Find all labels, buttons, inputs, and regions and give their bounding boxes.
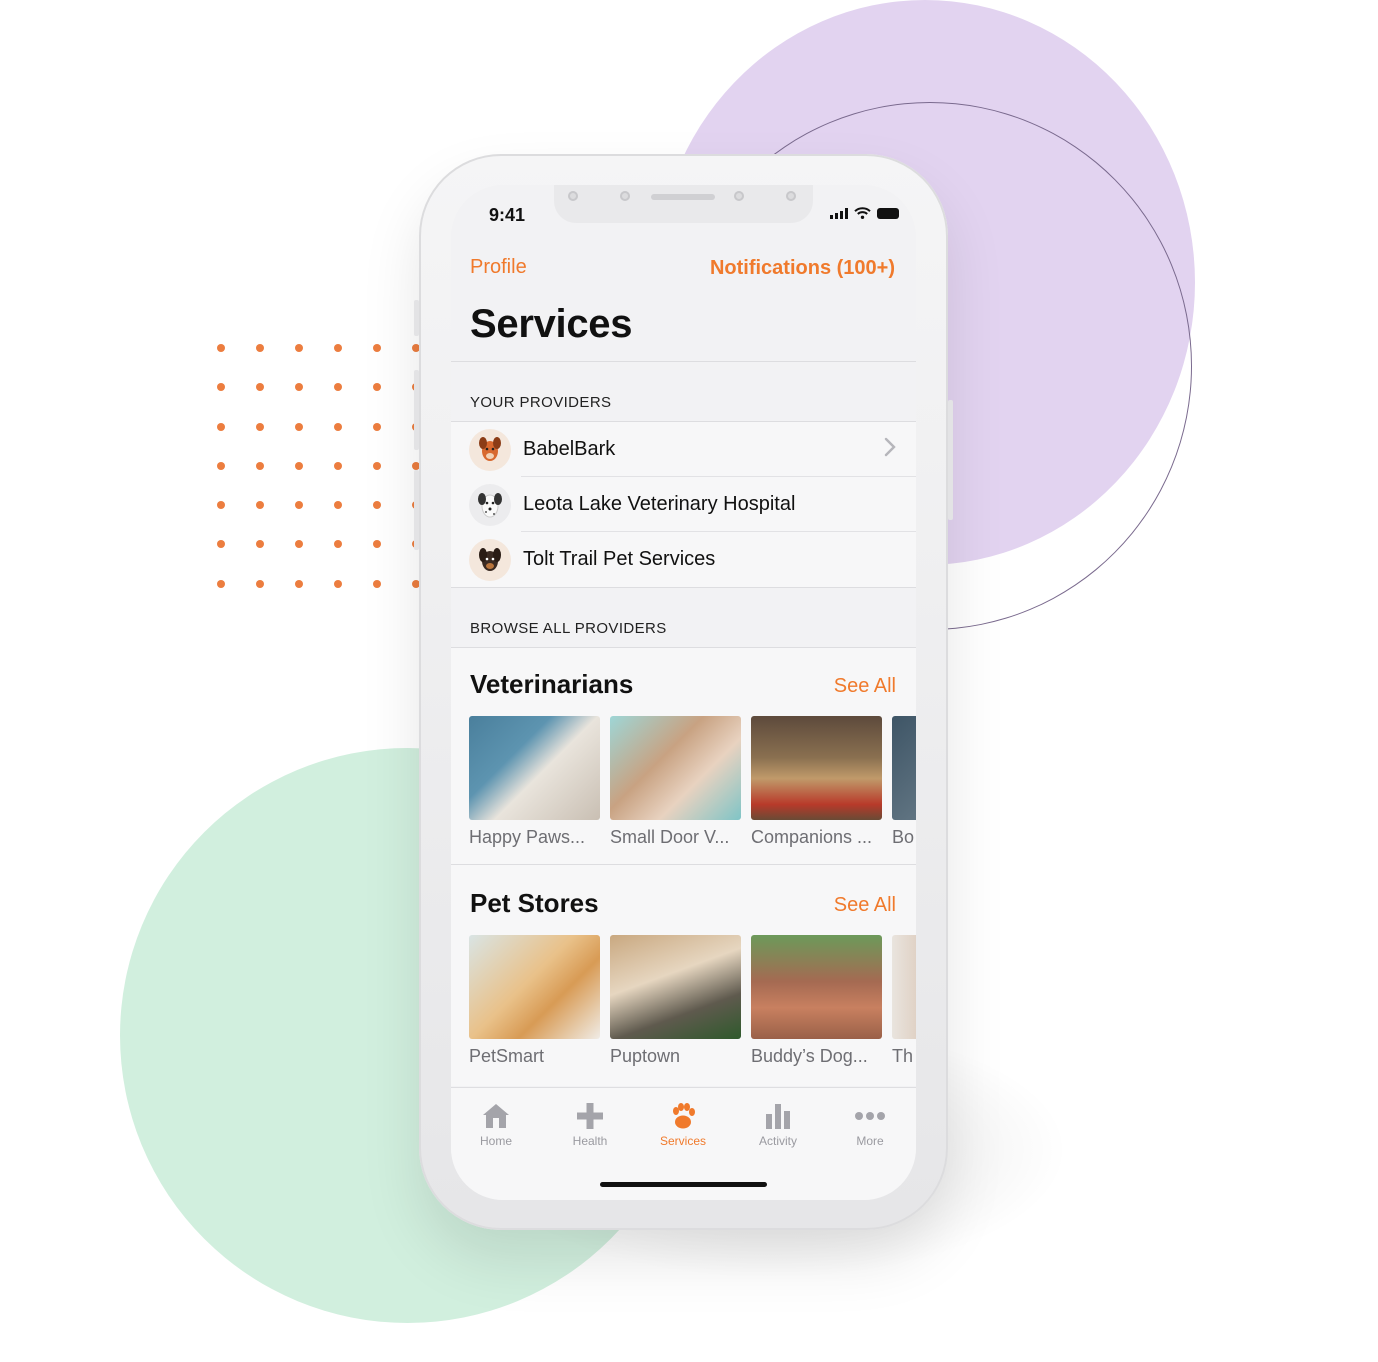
divider <box>451 864 916 865</box>
divider <box>451 587 916 588</box>
category-title-veterinarians: Veterinarians <box>470 669 634 699</box>
bar-chart-icon <box>738 1100 818 1132</box>
provider-photo <box>892 716 916 820</box>
tab-activity[interactable]: Activity <box>738 1100 818 1148</box>
provider-tile[interactable]: Companions ... <box>751 716 882 848</box>
divider <box>451 361 916 362</box>
notch <box>554 185 813 223</box>
provider-name: Leota Lake Veterinary Hospital <box>523 493 796 515</box>
tab-more[interactable]: More <box>830 1100 910 1148</box>
home-icon <box>456 1100 536 1132</box>
provider-tile[interactable]: Bo <box>892 716 916 848</box>
tab-health[interactable]: Health <box>550 1100 630 1148</box>
dog-avatar-icon <box>469 428 511 471</box>
tab-services[interactable]: Services <box>643 1100 723 1148</box>
provider-tile-label: Happy Paws... <box>469 827 586 847</box>
category-title-pet-stores: Pet Stores <box>470 888 599 918</box>
wifi-icon <box>854 207 871 219</box>
provider-tile[interactable]: Puptown <box>610 935 741 1067</box>
phone-volume-up <box>414 370 419 450</box>
provider-row-babelbark[interactable]: BabelBark <box>451 422 916 477</box>
veterinarians-carousel[interactable]: Happy Paws... Small Door V... Companions… <box>469 716 916 848</box>
notifications-link[interactable]: Notifications (100+) <box>710 257 895 280</box>
provider-row-leota-lake[interactable]: Leota Lake Veterinary Hospital <box>451 477 916 532</box>
provider-tile-label: Small Door V... <box>610 827 730 847</box>
profile-link[interactable]: Profile <box>470 256 527 279</box>
camera-icon <box>568 191 578 201</box>
tab-home[interactable]: Home <box>456 1100 536 1148</box>
section-header-browse: BROWSE ALL PROVIDERS <box>470 620 667 637</box>
phone-mute-switch <box>414 300 419 336</box>
sensor-icon <box>786 191 796 201</box>
provider-photo <box>751 716 882 820</box>
dachshund-avatar-icon <box>469 538 511 581</box>
provider-photo <box>892 935 916 1039</box>
provider-tile-label: PetSmart <box>469 1046 545 1066</box>
provider-photo <box>751 935 882 1039</box>
provider-photo <box>610 935 741 1039</box>
provider-list: BabelBark Leota Lake Veterinary Hospital… <box>451 422 916 587</box>
battery-icon <box>877 208 899 219</box>
provider-tile-label: Bo <box>892 827 915 847</box>
provider-tile[interactable]: Buddy’s Dog... <box>751 935 882 1067</box>
provider-tile[interactable]: Th <box>892 935 916 1067</box>
provider-row-tolt-trail[interactable]: Tolt Trail Pet Services <box>451 532 916 587</box>
provider-tile[interactable]: Small Door V... <box>610 716 741 848</box>
paw-icon <box>643 1100 723 1132</box>
provider-tile-label: Puptown <box>610 1046 681 1066</box>
more-icon <box>830 1100 910 1132</box>
provider-photo <box>469 935 600 1039</box>
provider-tile-label: Th <box>892 1046 914 1066</box>
phone-power-button <box>948 400 953 520</box>
provider-name: Tolt Trail Pet Services <box>523 548 716 570</box>
chevron-right-icon <box>884 437 896 463</box>
provider-photo <box>469 716 600 820</box>
see-all-pet-stores-link[interactable]: See All <box>834 894 896 917</box>
page-title: Services <box>470 302 633 346</box>
provider-tile-label: Buddy’s Dog... <box>751 1046 868 1066</box>
phone-volume-down <box>414 470 419 550</box>
status-icons <box>830 207 899 219</box>
plus-icon <box>550 1100 630 1132</box>
provider-tile[interactable]: PetSmart <box>469 935 600 1067</box>
provider-tile[interactable]: Happy Paws... <box>469 716 600 848</box>
section-header-your-providers: YOUR PROVIDERS <box>470 394 612 411</box>
sensor-icon <box>620 191 630 201</box>
provider-name: BabelBark <box>523 438 616 460</box>
provider-photo <box>610 716 741 820</box>
status-time: 9:41 <box>489 205 526 225</box>
sensor-icon <box>734 191 744 201</box>
see-all-veterinarians-link[interactable]: See All <box>834 675 896 698</box>
dalmatian-avatar-icon <box>469 483 511 526</box>
cellular-signal-icon <box>830 208 848 219</box>
pet-stores-carousel[interactable]: PetSmart Puptown Buddy’s Dog... Th <box>469 935 916 1067</box>
provider-tile-label: Companions ... <box>751 827 873 847</box>
app-screen: 9:41 Profile Notifications (100+) Servic… <box>451 185 916 1200</box>
speaker-grille <box>651 194 715 200</box>
home-indicator[interactable] <box>600 1182 767 1187</box>
